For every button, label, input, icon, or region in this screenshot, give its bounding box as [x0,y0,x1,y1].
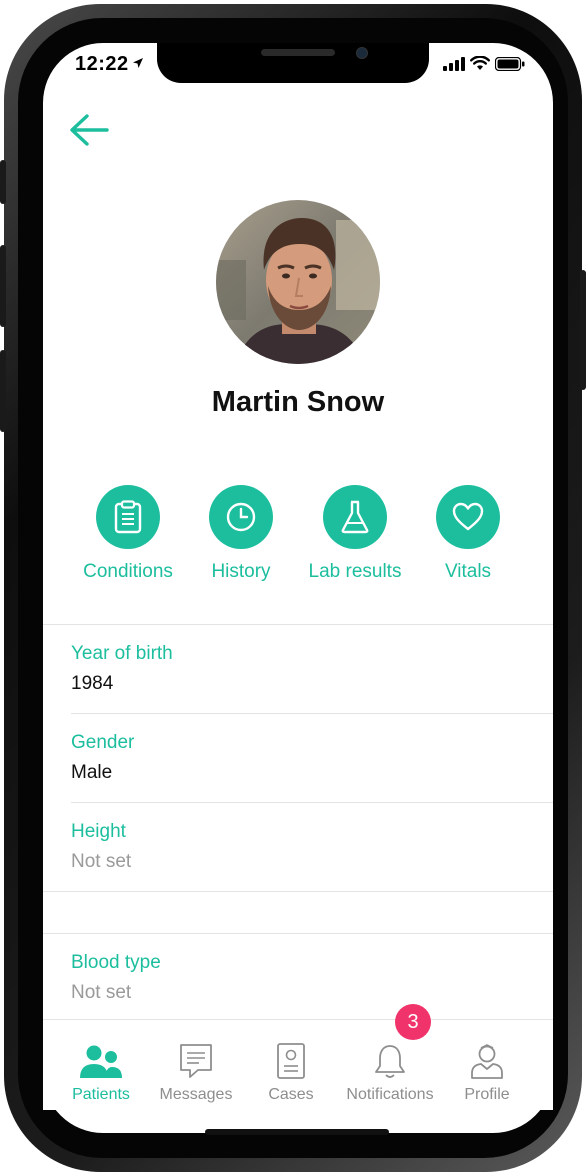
status-time: 12:22 [75,53,129,75]
back-arrow-icon[interactable] [67,110,111,150]
divider [43,933,553,934]
height-value[interactable]: Not set [71,851,131,873]
patients-icon [80,1045,122,1078]
message-icon [180,1044,212,1078]
patient-avatar [216,200,380,364]
cases-icon [277,1043,305,1079]
divider [43,624,553,625]
tab-cases[interactable]: Cases [236,1040,346,1104]
tab-patients-label: Patients [72,1086,130,1103]
gender-label: Gender [71,732,135,753]
vitals-label: Vitals [444,561,492,582]
divider [43,891,553,892]
flask-icon [341,500,369,534]
status-icons [443,56,525,71]
wifi-icon [470,56,490,70]
vitals-button[interactable]: Vitals [408,485,528,583]
vitals-circle [436,485,500,549]
volume-up-button [0,245,6,327]
avatar-photo [216,200,380,364]
notification-badge: 3 [395,1004,431,1040]
front-camera [356,47,368,59]
tab-profile[interactable]: Profile [432,1040,542,1104]
profile-icon [471,1044,503,1079]
conditions-circle [96,485,160,549]
bell-icon [375,1045,405,1078]
power-button [580,270,586,390]
tab-patients[interactable]: Patients [46,1040,156,1104]
conditions-button[interactable]: Conditions [68,485,188,583]
patient-name: Martin Snow [211,386,385,418]
tab-cases-label: Cases [268,1086,314,1103]
battery-icon [495,56,525,71]
lab-results-circle [323,485,387,549]
volume-down-button [0,350,6,432]
blood-type-value[interactable]: Not set [71,982,131,1004]
clock-icon [226,502,256,532]
mute-switch [0,160,6,204]
divider [71,713,553,714]
conditions-label: Conditions [83,561,173,582]
location-arrow-icon [133,58,143,68]
tab-messages-label: Messages [159,1086,233,1103]
tab-profile-label: Profile [464,1086,510,1103]
history-button[interactable]: History [181,485,301,583]
tab-notifications-label: Notifications [346,1086,434,1103]
divider [71,802,553,803]
home-indicator[interactable] [205,1129,389,1135]
gender-value: Male [71,762,113,783]
heart-icon [452,502,484,531]
year-of-birth-label: Year of birth [71,643,173,664]
lab-results-button[interactable]: Lab results [295,485,415,583]
history-circle [209,485,273,549]
signal-icon [443,56,465,71]
history-label: History [211,561,271,582]
clipboard-icon [114,500,142,534]
lab-results-label: Lab results [308,561,402,582]
tab-notifications[interactable]: Notifications [335,1040,445,1104]
blood-type-label[interactable]: Blood type [71,952,161,974]
speaker-grill [261,49,335,56]
tab-messages[interactable]: Messages [141,1040,251,1104]
year-of-birth-value: 1984 [71,673,114,694]
height-label[interactable]: Height [71,821,126,843]
